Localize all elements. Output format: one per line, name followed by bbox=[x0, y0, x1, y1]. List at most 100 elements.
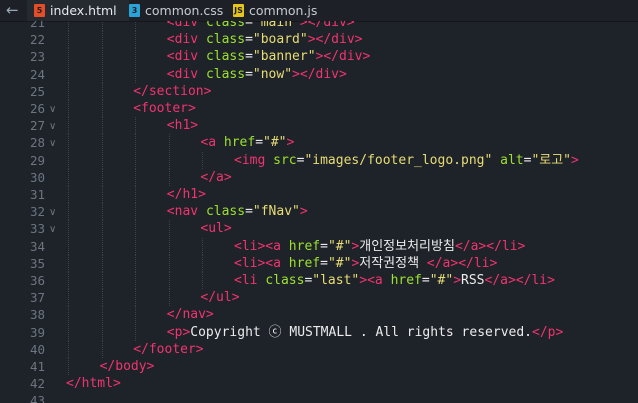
code-token: ></div> bbox=[299, 21, 355, 30]
indent-guide bbox=[68, 117, 69, 135]
code-token: <h1> bbox=[166, 118, 199, 134]
code-token: href bbox=[223, 135, 256, 151]
code-token: <ul> bbox=[200, 221, 232, 237]
code-token: "banner" bbox=[252, 49, 316, 65]
indent-guide bbox=[135, 65, 137, 83]
fold-arrow-icon[interactable]: ∨ bbox=[49, 135, 56, 152]
code-line[interactable]: 29 <img src="images/footer_logo.png" alt=… bbox=[0, 151, 638, 169]
code-editor[interactable]: 21 <div class="main"></div> 22 <div class="… bbox=[0, 21, 638, 403]
tab-bar: ← 5 index.html 3 common.css JS common.js bbox=[0, 0, 638, 22]
indent-guide bbox=[68, 21, 69, 31]
indent-guide bbox=[135, 31, 137, 49]
indent-guide bbox=[135, 151, 137, 169]
indent-guide bbox=[168, 151, 170, 169]
code-token: </html> bbox=[66, 376, 121, 392]
code-line[interactable]: 31 </h1> bbox=[0, 186, 638, 203]
code-text: <h1> bbox=[167, 117, 198, 134]
code-token: class bbox=[205, 49, 246, 65]
indent-guide bbox=[135, 289, 137, 307]
line-number: 38 bbox=[29, 307, 45, 323]
code-line[interactable]: 28 ∨ <a href="#"> bbox=[0, 134, 638, 152]
code-token: <div bbox=[166, 66, 206, 82]
indent-guide bbox=[101, 272, 103, 289]
fold-arrow-icon[interactable]: ∨ bbox=[49, 118, 56, 135]
code-token: <li bbox=[234, 273, 266, 288]
line-number: 29 bbox=[29, 152, 45, 168]
fold-arrow-icon[interactable]: ∨ bbox=[49, 101, 56, 118]
indent-guide bbox=[101, 168, 103, 186]
code-line[interactable]: 25 </section> bbox=[0, 82, 638, 100]
code-line[interactable]: 21 <div class="main"></div> bbox=[0, 21, 638, 31]
code-token: class bbox=[205, 32, 246, 48]
code-line[interactable]: 32 ∨ <nav class="fNav"> bbox=[0, 203, 638, 221]
code-token: "board" bbox=[252, 32, 308, 48]
code-line[interactable]: 35 <li><a href="#">저작권정책 </a></li> bbox=[0, 254, 638, 272]
indent-guide bbox=[68, 82, 69, 100]
code-line[interactable]: 40 </footer> bbox=[0, 340, 638, 358]
indent-guide bbox=[68, 151, 69, 169]
code-token: "main" bbox=[252, 21, 300, 30]
indent-guide bbox=[101, 323, 103, 341]
code-line[interactable]: 30 </a> bbox=[0, 168, 638, 186]
code-text: </html> bbox=[66, 375, 121, 392]
line-number: 43 bbox=[29, 393, 45, 403]
tab-label: common.js bbox=[249, 3, 318, 18]
code-text: <p>Copyright ⓒ MUSTMALL . All rights res… bbox=[167, 324, 564, 341]
code-line[interactable]: 22 <div class="board"></div> bbox=[0, 31, 638, 49]
code-text: <div class="board"></div> bbox=[167, 31, 363, 48]
line-number: 41 bbox=[29, 359, 45, 374]
code-token: </a></li> bbox=[484, 273, 555, 288]
code-line[interactable]: 39 <p>Copyright ⓒ MUSTMALL . All rights r… bbox=[0, 323, 638, 341]
code-token: ></div> bbox=[315, 49, 371, 65]
indent-guide bbox=[68, 100, 69, 117]
code-line[interactable]: 34 <li><a href="#">개인정보처리방침</a></li> bbox=[0, 237, 638, 255]
code-token: "fNav" bbox=[252, 204, 300, 220]
code-line[interactable]: 36 <li class="last"><a href="#">RSS</a></… bbox=[0, 272, 638, 289]
code-token: <p> bbox=[166, 324, 191, 340]
indent-guide bbox=[101, 134, 103, 152]
code-line[interactable]: 41 </body> bbox=[0, 358, 638, 375]
line-number: 34 bbox=[29, 238, 45, 254]
code-token: </a></li> bbox=[454, 238, 526, 254]
tab-label: index.html bbox=[50, 3, 117, 18]
code-token: 개인정보처리방침 bbox=[359, 238, 455, 254]
code-token: src bbox=[273, 152, 297, 168]
code-text: </body> bbox=[100, 358, 155, 375]
code-text: </a> bbox=[200, 169, 231, 186]
code-line[interactable]: 26 ∨ <footer> bbox=[0, 100, 638, 117]
indent-guide bbox=[135, 203, 137, 221]
code-token: = bbox=[245, 49, 253, 65]
indent-guide bbox=[68, 134, 69, 152]
line-number: 30 bbox=[29, 169, 45, 185]
tab-common-js[interactable]: JS common.js bbox=[233, 0, 328, 21]
code-text: <div class="main"></div> bbox=[167, 21, 355, 31]
tab-index-html[interactable]: 5 index.html bbox=[27, 0, 129, 21]
code-line[interactable]: 43 bbox=[0, 392, 638, 403]
line-number: 28 bbox=[29, 135, 45, 151]
indent-guide bbox=[101, 203, 103, 221]
code-line[interactable]: 27 ∨ <h1> bbox=[0, 117, 638, 135]
code-line[interactable]: 42 </html> bbox=[0, 375, 638, 392]
code-token: </section> bbox=[133, 83, 212, 99]
code-line[interactable]: 24 <div class="now"></div> bbox=[0, 65, 638, 83]
fold-arrow-icon[interactable]: ∨ bbox=[49, 204, 56, 221]
indent-guide bbox=[168, 272, 170, 289]
back-arrow-icon[interactable]: ← bbox=[6, 1, 19, 19]
code-token: > bbox=[453, 273, 462, 288]
code-line[interactable]: 37 </ul> bbox=[0, 289, 638, 307]
indent-guide bbox=[101, 237, 103, 255]
code-line[interactable]: 23 <div class="banner"></div> bbox=[0, 48, 638, 66]
line-number: 40 bbox=[29, 341, 45, 357]
code-line[interactable]: 33 ∨ <ul> bbox=[0, 220, 638, 238]
code-token: = bbox=[320, 238, 328, 254]
code-token: ></div> bbox=[292, 66, 347, 82]
tab-common-css[interactable]: 3 common.css bbox=[129, 0, 224, 21]
code-line[interactable]: 38 </nav> bbox=[0, 306, 638, 324]
indent-guide bbox=[202, 151, 204, 169]
code-token: </ul> bbox=[200, 290, 240, 306]
line-number: 25 bbox=[29, 83, 45, 99]
code-token: RSS bbox=[461, 273, 485, 288]
line-number: 32 bbox=[29, 204, 45, 220]
fold-arrow-icon[interactable]: ∨ bbox=[49, 221, 56, 238]
